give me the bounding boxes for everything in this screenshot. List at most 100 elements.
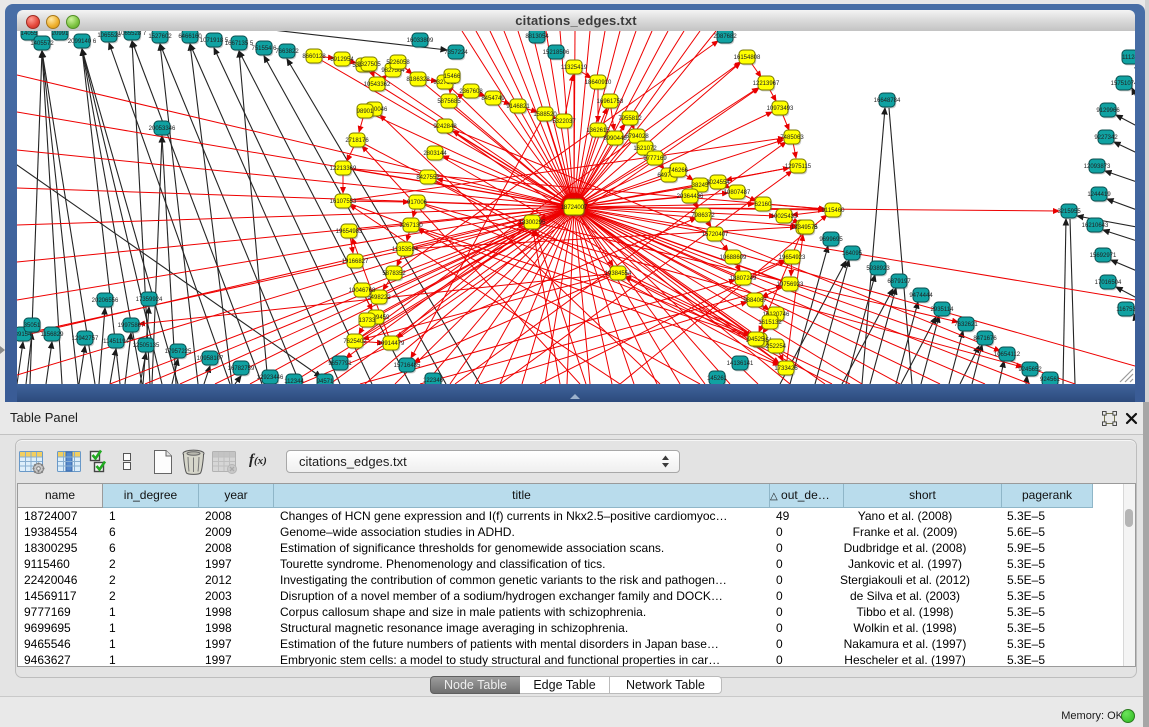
svg-text:11325419: 11325419 bbox=[561, 65, 588, 71]
svg-text:17016504: 17016504 bbox=[1095, 280, 1122, 286]
svg-text:18300295: 18300295 bbox=[519, 220, 546, 226]
svg-text:15716485: 15716485 bbox=[394, 363, 421, 369]
svg-text:12213369: 12213369 bbox=[330, 166, 357, 172]
svg-text:7632621: 7632621 bbox=[954, 322, 978, 328]
svg-text:18724007: 18724007 bbox=[561, 205, 588, 211]
svg-text:8186328: 8186328 bbox=[406, 77, 430, 83]
svg-text:1588520: 1588520 bbox=[533, 112, 557, 118]
svg-text:7485063: 7485063 bbox=[780, 135, 804, 141]
svg-text:9884067: 9884067 bbox=[743, 298, 767, 304]
svg-text:1615132: 1615132 bbox=[758, 320, 782, 326]
svg-text:7986372: 7986372 bbox=[691, 213, 715, 219]
svg-text:2367608: 2367608 bbox=[459, 89, 483, 95]
svg-text:9699695: 9699695 bbox=[819, 237, 843, 243]
svg-text:10688609: 10688609 bbox=[720, 255, 747, 261]
svg-text:16648784: 16648784 bbox=[874, 98, 901, 104]
svg-text:6794028: 6794028 bbox=[625, 134, 649, 140]
svg-text:9146821: 9146821 bbox=[506, 104, 530, 110]
svg-text:18640910: 18640910 bbox=[585, 80, 612, 86]
svg-text:2935114: 2935114 bbox=[931, 307, 955, 313]
svg-text:10654112: 10654112 bbox=[994, 352, 1021, 358]
svg-text:18807249: 18807249 bbox=[730, 276, 757, 282]
svg-text:8660128: 8660128 bbox=[302, 54, 326, 60]
svg-text:9245652: 9245652 bbox=[1018, 367, 1042, 373]
svg-text:10973493: 10973493 bbox=[767, 106, 794, 112]
svg-text:8912954: 8912954 bbox=[330, 57, 354, 63]
svg-text:16782759: 16782759 bbox=[228, 366, 255, 372]
svg-text:19654983: 19654983 bbox=[336, 229, 363, 235]
svg-text:9657791: 9657791 bbox=[328, 361, 352, 367]
svg-text:12213967: 12213967 bbox=[753, 81, 780, 87]
svg-text:16107553: 16107553 bbox=[330, 199, 357, 205]
svg-text:11451194: 11451194 bbox=[103, 339, 129, 345]
svg-text:10025433: 10025433 bbox=[771, 214, 798, 220]
svg-text:8427552: 8427552 bbox=[416, 175, 440, 181]
svg-text:15720407: 15720407 bbox=[702, 232, 729, 238]
svg-text:5875685: 5875685 bbox=[437, 99, 461, 105]
svg-text:164095: 164095 bbox=[842, 251, 863, 257]
svg-text:12942757: 12942757 bbox=[72, 336, 99, 342]
svg-text:10046768: 10046768 bbox=[349, 288, 376, 294]
svg-text:1527602: 1527602 bbox=[148, 34, 172, 40]
svg-text:9327505: 9327505 bbox=[357, 62, 381, 68]
svg-text:15466: 15466 bbox=[444, 74, 461, 80]
svg-text:20991: 20991 bbox=[52, 31, 69, 37]
svg-text:1244419: 1244419 bbox=[1087, 192, 1111, 198]
svg-text:6466160: 6466160 bbox=[178, 34, 202, 40]
svg-text:14136141: 14136141 bbox=[727, 361, 754, 367]
svg-text:1733426: 1733426 bbox=[774, 366, 798, 372]
svg-text:116753: 116753 bbox=[1116, 307, 1135, 313]
svg-text:746266: 746266 bbox=[668, 168, 689, 174]
svg-text:98901: 98901 bbox=[357, 109, 374, 115]
svg-text:9129966: 9129966 bbox=[1096, 108, 1120, 114]
svg-text:12505135: 12505135 bbox=[133, 343, 160, 349]
svg-text:8813054: 8813054 bbox=[525, 34, 549, 40]
svg-text:9227342: 9227342 bbox=[1094, 135, 1118, 141]
svg-text:10543362: 10543362 bbox=[364, 82, 391, 88]
svg-text:10756923: 10756923 bbox=[777, 282, 804, 288]
svg-text:11353594: 11353594 bbox=[392, 247, 419, 253]
svg-text:1362615: 1362615 bbox=[586, 128, 610, 134]
svg-text:19654923: 19654923 bbox=[779, 255, 806, 261]
svg-text:7955812: 7955812 bbox=[618, 116, 642, 122]
svg-text:19975867: 19975867 bbox=[118, 323, 145, 329]
svg-text:8471676: 8471676 bbox=[973, 336, 997, 342]
svg-text:17359924: 17359924 bbox=[136, 297, 163, 303]
svg-text:17957225: 17957225 bbox=[165, 349, 192, 355]
svg-text:7625402: 7625402 bbox=[343, 339, 367, 345]
svg-text:7357224: 7357224 bbox=[444, 50, 468, 56]
svg-text:16961758: 16961758 bbox=[597, 99, 624, 105]
svg-text:2099140 6: 2099140 6 bbox=[68, 39, 97, 45]
svg-text:1156829: 1156829 bbox=[41, 332, 65, 338]
svg-text:12093873: 12093873 bbox=[1084, 164, 1111, 170]
svg-text:8454749: 8454749 bbox=[481, 96, 505, 102]
svg-text:751554 6: 751554 6 bbox=[251, 46, 277, 52]
svg-text:1667135 5: 1667135 5 bbox=[225, 41, 254, 47]
svg-text:5938923: 5938923 bbox=[866, 266, 890, 272]
svg-text:11124: 11124 bbox=[1122, 55, 1135, 61]
svg-text:5226058: 5226058 bbox=[386, 60, 410, 66]
svg-text:917006: 917006 bbox=[407, 200, 428, 206]
svg-text:6879197: 6879197 bbox=[887, 279, 911, 285]
svg-text:19166827: 19166827 bbox=[342, 259, 369, 265]
svg-text:9474444: 9474444 bbox=[909, 293, 933, 299]
svg-text:3215955: 3215955 bbox=[1057, 209, 1081, 215]
svg-text:10958107: 10958107 bbox=[197, 356, 224, 362]
svg-text:12923446: 12923446 bbox=[257, 375, 284, 381]
svg-text:20206556: 20206556 bbox=[92, 298, 119, 304]
svg-text:16033809: 16033809 bbox=[407, 38, 434, 44]
svg-text:7663822: 7663822 bbox=[275, 49, 299, 55]
svg-text:2087682: 2087682 bbox=[713, 34, 737, 40]
svg-text:9242848: 9242848 bbox=[433, 124, 457, 130]
svg-text:10807487: 10807487 bbox=[724, 190, 751, 196]
svg-text:14055: 14055 bbox=[21, 31, 38, 37]
svg-text:13733: 13733 bbox=[359, 318, 376, 324]
svg-text:5878352: 5878352 bbox=[382, 271, 406, 277]
svg-text:3024554: 3024554 bbox=[706, 180, 730, 186]
svg-text:2718176: 2718176 bbox=[345, 138, 369, 144]
svg-text:8990448: 8990448 bbox=[603, 136, 627, 142]
svg-text:252254: 252254 bbox=[766, 344, 787, 350]
svg-text:1405572: 1405572 bbox=[30, 41, 54, 47]
svg-text:924561: 924561 bbox=[1040, 377, 1061, 383]
svg-text:20053346: 20053346 bbox=[149, 126, 176, 132]
